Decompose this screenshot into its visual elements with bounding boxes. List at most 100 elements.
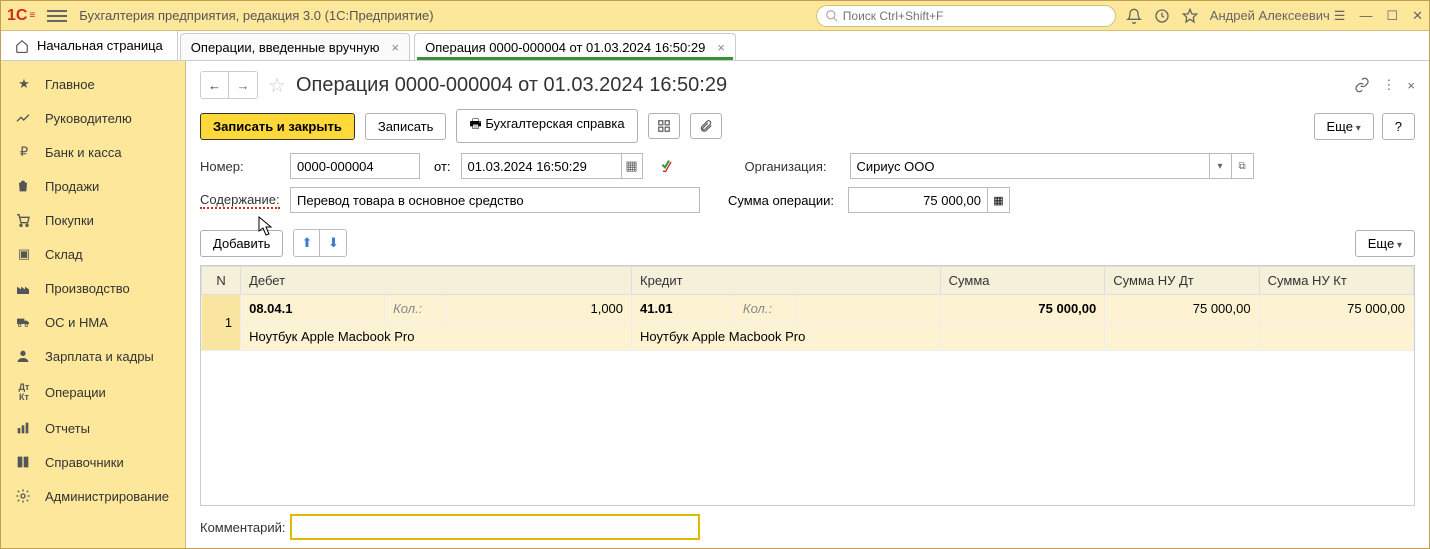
org-field[interactable] [850,153,1210,179]
forward-button[interactable]: → [229,72,257,98]
sidebar: ★Главное Руководителю ₽Банк и касса Прод… [1,61,186,548]
cell-dt-qty-label: Кол.: [385,295,447,323]
sum-field[interactable] [848,187,988,213]
table-row[interactable]: 1 08.04.1 Кол.: 1,000 41.01 Кол.: 75 000… [202,295,1414,323]
add-row-button[interactable]: Добавить [200,230,283,257]
col-nu-kt[interactable]: Сумма НУ Кт [1259,267,1413,295]
post-icon[interactable] [659,158,675,174]
star-icon[interactable] [1182,8,1198,24]
number-label: Номер: [200,159,280,174]
factory-icon [15,280,33,296]
home-tab[interactable]: Начальная страница [1,31,178,60]
coin-icon: ₽ [15,144,33,160]
tab-operations-manual[interactable]: Операции, введенные вручную × [180,33,410,60]
app-title: Бухгалтерия предприятия, редакция 3.0 (1… [79,8,433,23]
user-name: Андрей Алексеевич [1210,8,1330,23]
number-field[interactable] [290,153,420,179]
col-sum[interactable]: Сумма [940,267,1105,295]
sidebar-item-operations[interactable]: ДтКтОперации [1,373,185,411]
sidebar-item-production[interactable]: Производство [1,271,185,305]
tab-close-icon[interactable]: × [392,40,400,55]
sidebar-item-label: Администрирование [45,489,169,504]
home-icon [15,39,29,53]
sidebar-item-manager[interactable]: Руководителю [1,101,185,135]
dropdown-icon[interactable]: ▾ [1210,153,1232,179]
person-icon [15,348,33,364]
sidebar-item-purchases[interactable]: Покупки [1,203,185,237]
sidebar-item-hr[interactable]: Зарплата и кадры [1,339,185,373]
window-controls: — ☐ ✕ [1359,8,1423,24]
title-actions: Андрей Алексеевич☰ [1126,8,1346,24]
more-button[interactable]: Еще [1314,113,1374,140]
bell-icon[interactable] [1126,8,1142,24]
cell-kt-qty[interactable] [796,295,940,323]
logo-1c: 1С [7,7,27,25]
sidebar-item-sales[interactable]: Продажи [1,169,185,203]
move-up-button[interactable]: ⬆ [294,230,320,256]
date-field[interactable] [461,153,621,179]
cell-dt-qty[interactable]: 1,000 [446,295,631,323]
tab-label: Операция 0000-000004 от 01.03.2024 16:50… [425,40,705,55]
sidebar-item-refs[interactable]: Справочники [1,445,185,479]
close-icon[interactable]: ✕ [1412,8,1423,24]
table-more-button[interactable]: Еще [1355,230,1415,257]
help-button[interactable]: ? [1382,113,1415,140]
sidebar-item-label: Зарплата и кадры [45,349,154,364]
content-field[interactable] [290,187,700,213]
cell-sum[interactable]: 75 000,00 [940,295,1105,323]
table-row-sub[interactable]: Ноутбук Apple Macbook Pro Ноутбук Apple … [202,323,1414,351]
col-nu-dt[interactable]: Сумма НУ Дт [1105,267,1259,295]
sidebar-item-assets[interactable]: ОС и НМА [1,305,185,339]
main-content: ← → ☆ Операция 0000-000004 от 01.03.2024… [186,61,1429,548]
cell-nu-dt[interactable]: 75 000,00 [1105,295,1259,323]
calculator-icon[interactable]: ▦ [988,187,1010,213]
sidebar-item-admin[interactable]: Администрирование [1,479,185,513]
close-panel-icon[interactable]: × [1407,78,1415,93]
move-down-button[interactable]: ⬇ [320,230,346,256]
cell-empty [1259,323,1413,351]
cell-dt-account[interactable]: 08.04.1 [241,295,385,323]
star-icon: ★ [15,76,33,92]
col-credit[interactable]: Кредит [632,267,941,295]
print-icon: 🖶 [469,116,481,131]
maximize-icon[interactable]: ☐ [1386,8,1398,24]
move-row-buttons: ⬆ ⬇ [293,229,347,257]
col-n[interactable]: N [202,267,241,295]
comment-field[interactable] [290,514,700,540]
sidebar-item-reports[interactable]: Отчеты [1,411,185,445]
sidebar-item-warehouse[interactable]: ▣Склад [1,237,185,271]
search-input[interactable] [843,9,1107,23]
date-field-wrap: ▦ [461,153,643,179]
back-button[interactable]: ← [201,72,229,98]
user-menu[interactable]: Андрей Алексеевич☰ [1210,8,1346,24]
sidebar-item-main[interactable]: ★Главное [1,67,185,101]
comment-label: Комментарий: [200,520,280,535]
cell-kt-account[interactable]: 41.01 [632,295,735,323]
favorite-star-icon[interactable]: ☆ [268,73,286,98]
tab-close-icon[interactable]: × [717,40,725,55]
menu-icon[interactable] [47,10,67,22]
save-button[interactable]: Записать [365,113,447,140]
entries-table[interactable]: N Дебет Кредит Сумма Сумма НУ Дт Сумма Н… [200,265,1415,506]
calendar-icon[interactable]: ▦ [621,153,643,179]
sidebar-item-label: Производство [45,281,130,296]
tab-operation-doc[interactable]: Операция 0000-000004 от 01.03.2024 16:50… [414,33,736,60]
open-ref-icon[interactable]: ⧉ [1232,153,1254,179]
from-label: от: [434,159,451,174]
history-icon[interactable] [1154,8,1170,24]
accounting-report-button[interactable]: 🖶 Бухгалтерская справка [456,109,637,143]
sidebar-item-bank[interactable]: ₽Банк и касса [1,135,185,169]
link-icon[interactable] [1354,77,1370,93]
minimize-icon[interactable]: — [1359,8,1372,24]
search-box[interactable] [816,5,1116,27]
save-and-close-button[interactable]: Записать и закрыть [200,113,355,140]
more-menu-icon[interactable]: ⋮ [1382,77,1395,93]
truck-icon [15,314,33,330]
app-logo: 1С ≡ [7,7,35,25]
cell-nu-kt[interactable]: 75 000,00 [1259,295,1413,323]
structure-button[interactable] [648,113,680,139]
cell-kt-item[interactable]: Ноутбук Apple Macbook Pro [632,323,941,351]
col-debit[interactable]: Дебет [241,267,632,295]
cell-dt-item[interactable]: Ноутбук Apple Macbook Pro [241,323,632,351]
attach-button[interactable] [690,113,722,139]
